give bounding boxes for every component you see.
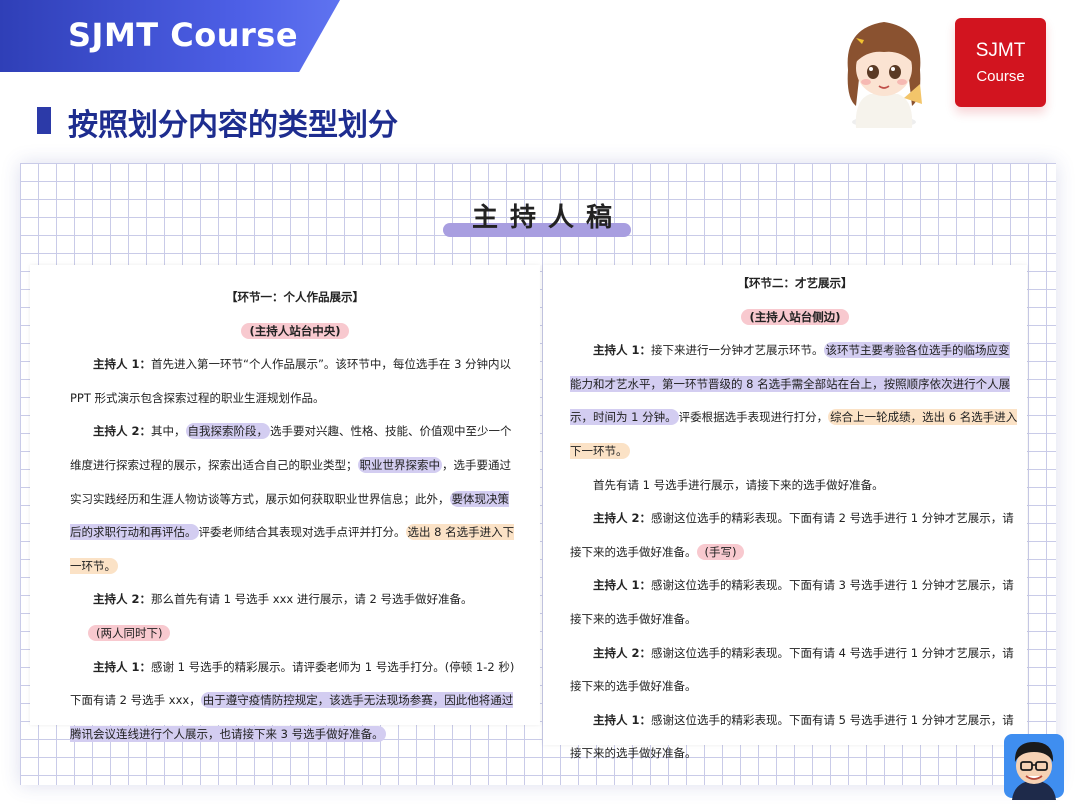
paragraph: 首先有请 1 号选手进行展示，请接下来的选手做好准备。 (593, 477, 884, 492)
speaker-label: 主持人 1： (593, 712, 652, 727)
badge-line-2: Course (976, 68, 1025, 85)
stage-note: (两人同时下) (70, 617, 520, 651)
speaker-label: 主持人 2： (93, 424, 152, 439)
boy-avatar-icon (1004, 734, 1064, 800)
paragraph: 主持人 2：那么首先有请 1 号选手 xxx 进行展示，请 2 号选手做好准备。 (93, 592, 473, 607)
speaker-label: 主持人 1： (93, 357, 152, 372)
course-badge: SJMT Course (955, 18, 1046, 107)
title-accent-bar (37, 107, 51, 134)
paragraph: 主持人 2：感谢这位选手的精彩表现。下面有请 4 号选手进行 1 分钟才艺展示，… (570, 645, 1014, 694)
paragraph: 主持人 1：感谢 1 号选手的精彩展示。请评委老师为 1 号选手打分。(停顿 1… (70, 659, 515, 742)
badge-line-1: SJMT (975, 40, 1026, 61)
paragraph: 主持人 1：感谢这位选手的精彩表现。下面有请 3 号选手进行 1 分钟才艺展示，… (570, 578, 1014, 626)
speaker-label: 主持人 2： (593, 511, 652, 526)
section-heading: 【环节一：个人作品展示】 (226, 290, 364, 304)
highlight: 自我探索阶段， (185, 423, 271, 440)
right-column: 【环节二：才艺展示】 (主持人站台侧边) 主持人 1：接下来进行一分钟才艺展示环… (570, 267, 1020, 771)
document-title: 主持人稿 (472, 203, 625, 233)
paragraph: 主持人 1：首先进入第一环节“个人作品展示”。该环节中，每位选手在 3 分钟内以… (70, 357, 512, 405)
paragraph: 主持人 1：接下来进行一分钟才艺展示环节。 该环节主要考验各位选手的临场应变能力和… (570, 342, 1018, 459)
paragraph: 主持人 2：其中， 自我探索阶段， 选手要对兴趣、性格、技能、价值观中至少一个维度进… (70, 423, 515, 574)
brand-name: SJMT Course (68, 16, 299, 54)
speaker-label: 主持人 1： (593, 578, 652, 593)
left-column: 【环节一：个人作品展示】 (主持人站台中央) 主持人 1：首先进入第一环节“个人… (70, 281, 520, 751)
speaker-label: 主持人 2： (593, 645, 652, 660)
stage-note: (主持人站台中央) (70, 315, 520, 349)
stage-note: (主持人站台侧边) (570, 301, 1020, 335)
handwritten-note: (手写) (696, 543, 745, 560)
section-heading: 【环节二：才艺展示】 (737, 276, 853, 290)
highlight: 职业世界探索中 (357, 456, 442, 473)
girl-avatar-icon (847, 22, 922, 128)
speaker-label: 主持人 2： (93, 592, 152, 607)
paragraph: 主持人 2：感谢这位选手的精彩表现。下面有请 2 号选手进行 1 分钟才艺展示，… (570, 511, 1014, 560)
speaker-label: 主持人 1： (93, 659, 152, 674)
speaker-label: 主持人 1： (593, 343, 652, 358)
paragraph: 主持人 1：感谢这位选手的精彩表现。下面有请 5 号选手进行 1 分钟才艺展示，… (570, 712, 1014, 761)
page-title: 按照划分内容的类型划分 (68, 108, 398, 143)
